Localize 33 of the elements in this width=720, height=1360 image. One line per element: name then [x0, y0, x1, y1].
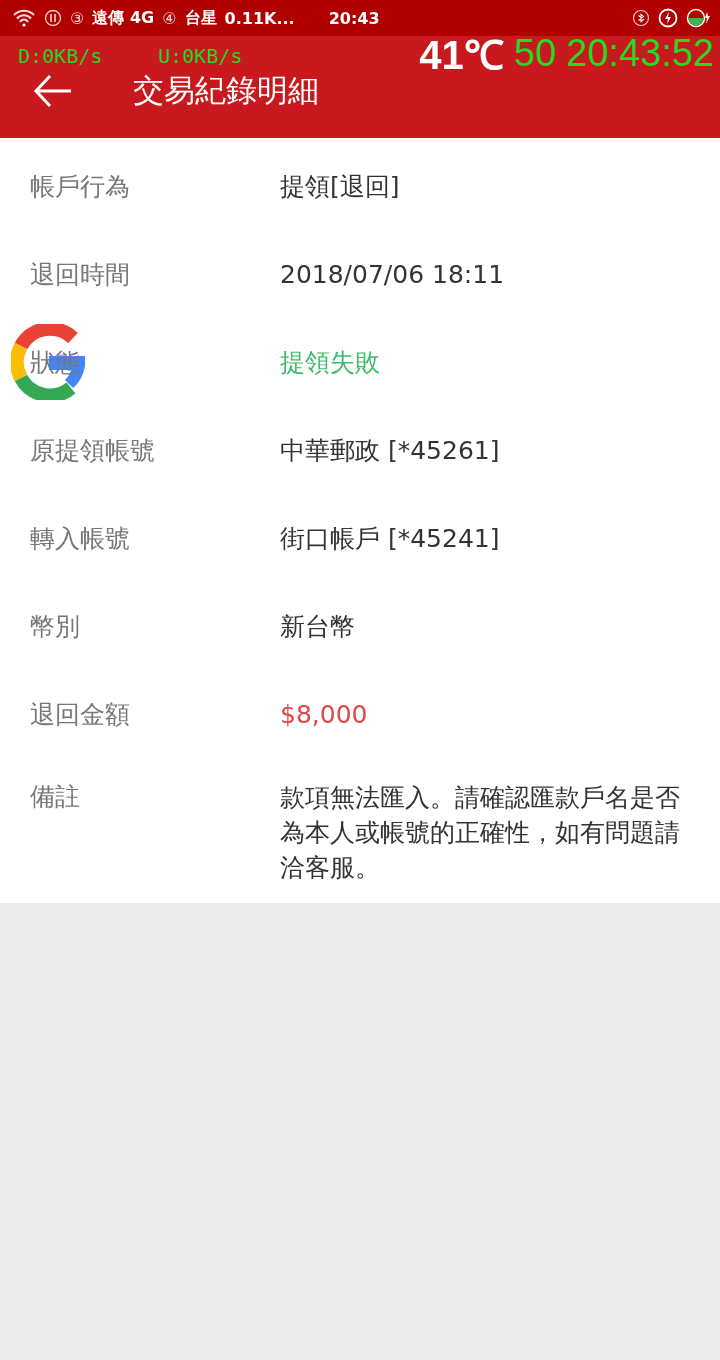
overlay-clock: 20:43:52 [566, 31, 714, 75]
field-value: 提領[退回] [280, 170, 400, 203]
field-label: 轉入帳號 [30, 522, 131, 555]
wifi-icon [12, 9, 36, 27]
field-value: 2018/07/06 18:11 [280, 258, 505, 291]
download-speed: D:0KB/s [18, 44, 103, 68]
temperature-reading: 41℃ [419, 31, 504, 79]
field-label: 原提領帳號 [30, 434, 156, 467]
fps-reading: 50 [513, 31, 557, 75]
field-value: $8,000 [280, 698, 368, 731]
back-arrow-icon[interactable] [33, 74, 73, 108]
field-value: 款項無法匯入。請確認匯款戶名是否為本人或帳號的正確性，如有問題請洽客服。 [280, 782, 681, 884]
sim-number: ③ [70, 8, 85, 28]
sim-number: ④ [162, 8, 177, 28]
status-time: 20:43 [328, 8, 380, 28]
field-value: 街口帳戶 [*45241] [280, 522, 500, 555]
field-label: 幣別 [30, 610, 81, 643]
flash-charge-icon [658, 8, 678, 28]
bluetooth-icon [632, 9, 650, 27]
field-label: 退回金額 [30, 698, 131, 731]
carrier-name: 台星 [184, 7, 217, 29]
network-speed: 0.11K... [224, 8, 295, 28]
page-title: 交易紀錄明細 [133, 71, 319, 110]
field-label: 退回時間 [30, 258, 131, 291]
google-g-icon[interactable] [11, 324, 87, 400]
field-value: 提領失敗 [280, 346, 380, 379]
upload-speed: U:0KB/s [158, 44, 243, 68]
field-label: 備註 [30, 781, 81, 813]
carrier-name: 遠傳 4G [92, 7, 155, 29]
field-value: 新台幣 [280, 610, 355, 643]
battery-icon [686, 8, 712, 28]
field-label: 帳戶行為 [30, 170, 131, 203]
field-value: 中華郵政 [*45261] [280, 434, 500, 467]
